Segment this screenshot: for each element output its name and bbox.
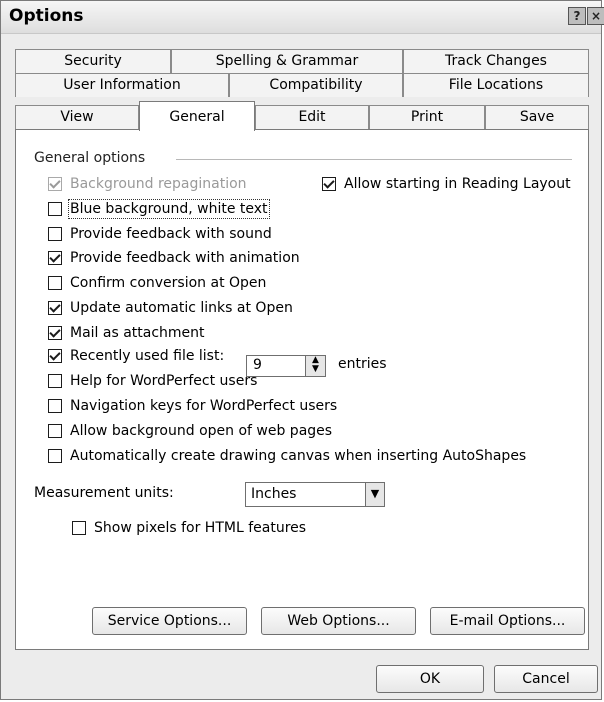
recent-files-checkbox[interactable] — [48, 349, 62, 363]
show-pixels-option[interactable]: Show pixels for HTML features — [72, 518, 306, 538]
mail-attachment-checkbox[interactable] — [48, 326, 62, 340]
blue-background-option[interactable]: Blue background, white text — [48, 199, 270, 219]
tab-compatibility[interactable]: Compatibility — [229, 73, 403, 97]
group-title: General options — [34, 150, 154, 166]
help-wordperfect-checkbox[interactable] — [48, 374, 62, 388]
background-repagination-label: Background repagination — [70, 176, 247, 192]
feedback-animation-checkbox[interactable] — [48, 251, 62, 265]
feedback-animation-option[interactable]: Provide feedback with animation — [48, 248, 300, 268]
feedback-sound-option[interactable]: Provide feedback with sound — [48, 224, 272, 244]
background-repagination-checkbox[interactable] — [48, 177, 62, 191]
tab-track-changes[interactable]: Track Changes — [403, 49, 589, 73]
nav-wordperfect-checkbox[interactable] — [48, 399, 62, 413]
tab-print[interactable]: Print — [369, 105, 485, 129]
mail-attachment-label: Mail as attachment — [70, 325, 205, 341]
confirm-conversion-option[interactable]: Confirm conversion at Open — [48, 273, 266, 293]
options-dialog: Options ? × Security Spelling & Grammar … — [0, 0, 604, 700]
nav-wordperfect-option[interactable]: Navigation keys for WordPerfect users — [48, 396, 337, 416]
close-icon[interactable]: × — [587, 7, 604, 25]
cancel-button[interactable]: Cancel — [494, 665, 598, 693]
ok-button[interactable]: OK — [376, 665, 484, 693]
update-links-checkbox[interactable] — [48, 301, 62, 315]
recent-files-count-input[interactable]: 9 ▲ ▼ — [246, 355, 326, 377]
drawing-canvas-label: Automatically create drawing canvas when… — [70, 448, 527, 464]
update-links-label: Update automatic links at Open — [70, 300, 293, 316]
tab-edit[interactable]: Edit — [255, 105, 369, 129]
recent-files-count-value: 9 — [253, 357, 262, 373]
recent-files-label: Recently used file list: — [70, 348, 225, 364]
drawing-canvas-option[interactable]: Automatically create drawing canvas when… — [48, 446, 526, 466]
background-web-checkbox[interactable] — [48, 424, 62, 438]
help-wordperfect-label: Help for WordPerfect users — [70, 373, 258, 389]
feedback-sound-checkbox[interactable] — [48, 227, 62, 241]
help-wordperfect-option[interactable]: Help for WordPerfect users — [48, 371, 257, 391]
help-icon[interactable]: ? — [568, 7, 586, 25]
show-pixels-label: Show pixels for HTML features — [94, 520, 307, 536]
background-web-option[interactable]: Allow background open of web pages — [48, 421, 332, 441]
measurement-units-select[interactable]: Inches ▼ — [245, 482, 385, 507]
drawing-canvas-checkbox[interactable] — [48, 449, 62, 463]
chevron-down-icon[interactable]: ▼ — [365, 483, 384, 506]
recent-files-option[interactable]: Recently used file list: — [48, 346, 224, 366]
tab-row-1: Security Spelling & Grammar Track Change… — [15, 49, 589, 73]
confirm-conversion-checkbox[interactable] — [48, 276, 62, 290]
reading-layout-label: Allow starting in Reading Layout — [344, 176, 571, 192]
tab-user-information[interactable]: User Information — [15, 73, 229, 97]
nav-wordperfect-label: Navigation keys for WordPerfect users — [70, 398, 338, 414]
title-bar[interactable]: Options ? × — [1, 1, 604, 34]
tab-security[interactable]: Security — [15, 49, 171, 73]
dialog-title: Options — [9, 6, 84, 26]
tab-file-locations[interactable]: File Locations — [403, 73, 589, 97]
group-divider — [176, 159, 572, 160]
tab-row-3: View General Edit Print Save — [15, 101, 589, 131]
feedback-animation-label: Provide feedback with animation — [70, 250, 300, 266]
tab-spelling-grammar[interactable]: Spelling & Grammar — [171, 49, 403, 73]
general-panel: General options Background repagination … — [15, 129, 589, 650]
spinner-arrows-icon[interactable]: ▲ ▼ — [305, 356, 325, 376]
blue-background-label: Blue background, white text — [68, 199, 270, 219]
reading-layout-option[interactable]: Allow starting in Reading Layout — [322, 174, 571, 194]
tab-row-2: User Information Compatibility File Loca… — [15, 73, 589, 97]
feedback-sound-label: Provide feedback with sound — [70, 226, 272, 242]
mail-attachment-option[interactable]: Mail as attachment — [48, 323, 205, 343]
service-options-button[interactable]: Service Options... — [92, 607, 247, 635]
background-web-label: Allow background open of web pages — [70, 423, 333, 439]
background-repagination-option[interactable]: Background repagination — [48, 174, 247, 194]
measurement-units-label: Measurement units: — [34, 485, 174, 501]
web-options-button[interactable]: Web Options... — [261, 607, 416, 635]
show-pixels-checkbox[interactable] — [72, 521, 86, 535]
blue-background-checkbox[interactable] — [48, 202, 62, 216]
tab-view[interactable]: View — [15, 105, 139, 129]
update-links-option[interactable]: Update automatic links at Open — [48, 298, 293, 318]
tab-general[interactable]: General — [139, 101, 255, 131]
tab-save[interactable]: Save — [485, 105, 589, 129]
reading-layout-checkbox[interactable] — [322, 177, 336, 191]
entries-label: entries — [338, 356, 387, 372]
confirm-conversion-label: Confirm conversion at Open — [70, 275, 267, 291]
email-options-button[interactable]: E-mail Options... — [430, 607, 585, 635]
measurement-units-value: Inches — [251, 486, 297, 502]
